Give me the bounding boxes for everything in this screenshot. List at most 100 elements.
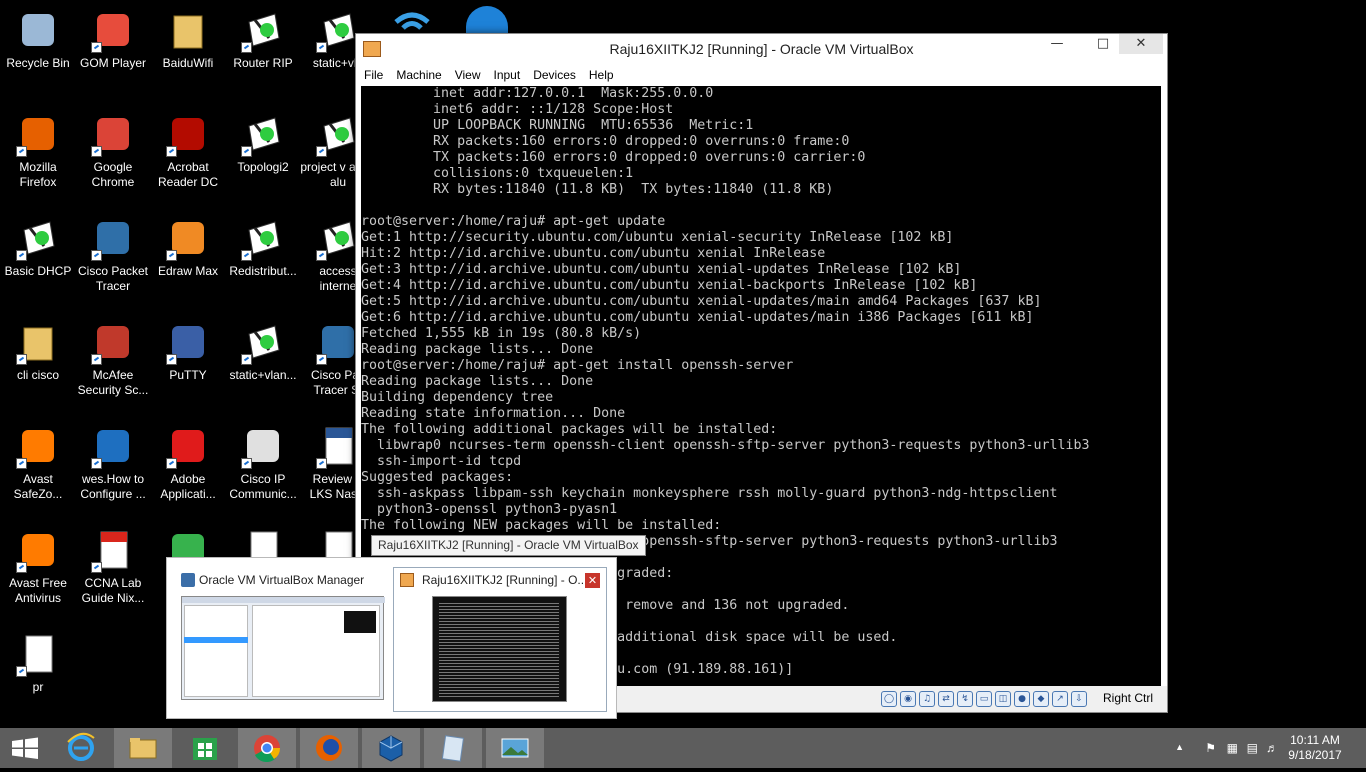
desktop-icon-label: Router RIP	[233, 56, 293, 70]
shortcut-arrow-icon	[16, 146, 27, 157]
desktop-icon-label: Adobe Applicati...	[160, 472, 216, 501]
packet-tracer-file-icon	[316, 8, 360, 53]
start-button[interactable]	[0, 728, 50, 768]
desktop-icon[interactable]: Topologi2	[225, 108, 301, 175]
display-icon[interactable]: ◫	[995, 691, 1011, 707]
audio-icon[interactable]: ♫	[919, 691, 935, 707]
virtualization-icon[interactable]: ◆	[1033, 691, 1049, 707]
shortcut-arrow-icon	[241, 146, 252, 157]
show-hidden-icons-button[interactable]: ▲	[1175, 742, 1184, 752]
recycle-bin-icon	[16, 8, 60, 52]
menu-input[interactable]: Input	[494, 68, 521, 82]
desktop-icon-label: GOM Player	[79, 56, 146, 70]
shortcut-arrow-icon	[91, 458, 102, 469]
desktop-icon[interactable]: Router RIP	[225, 4, 301, 71]
desktop-icon-label: Edraw Max	[157, 264, 219, 278]
photos-icon[interactable]	[486, 728, 544, 768]
packet-tracer-file-icon	[16, 216, 60, 261]
close-thumbnail-button[interactable]: ✕	[585, 573, 600, 588]
desktop-icon[interactable]: CCNA Lab Guide Nix...	[75, 524, 151, 606]
clock[interactable]: 10:11 AM 9/18/2017	[1280, 733, 1350, 763]
folder-icon	[166, 8, 210, 52]
desktop-icon[interactable]: Basic DHCP	[0, 212, 76, 279]
desktop-icon[interactable]: cli cisco	[0, 316, 76, 383]
menu-view[interactable]: View	[455, 68, 481, 82]
wifi-icon[interactable]	[392, 6, 432, 34]
firefox-icon	[16, 112, 60, 157]
desktop-icon-label: Topologi2	[237, 160, 289, 174]
cisco-packet-tracer-icon	[91, 216, 135, 261]
virtualbox-icon[interactable]	[362, 728, 420, 768]
shortcut-arrow-icon	[316, 42, 327, 53]
maximize-button[interactable]: □	[1089, 34, 1117, 54]
keyboard-capture-icon[interactable]: ⇩	[1071, 691, 1087, 707]
thumbnail-preview	[181, 596, 385, 700]
chrome-icon[interactable]	[238, 728, 296, 768]
file-explorer-icon[interactable]	[114, 728, 172, 768]
shortcut-arrow-icon	[241, 250, 252, 261]
menu-machine[interactable]: Machine	[396, 68, 441, 82]
thumbnail-virtualbox-manager[interactable]: Oracle VM VirtualBox Manager	[181, 568, 385, 714]
store-icon[interactable]	[176, 728, 234, 768]
desktop-icon-label: Avast Free Antivirus	[9, 576, 67, 605]
word-doc-icon	[316, 424, 360, 469]
desktop-icon[interactable]: Edraw Max	[150, 212, 226, 279]
chrome-icon	[91, 112, 135, 157]
shortcut-arrow-icon	[166, 354, 177, 365]
acrobat-icon	[166, 112, 210, 157]
desktop-icon[interactable]: pr	[0, 628, 76, 695]
action-center-icon[interactable]: ⚑	[1205, 741, 1216, 755]
desktop-icon[interactable]: Google Chrome	[75, 108, 151, 190]
desktop-icon[interactable]: Cisco Packet Tracer	[75, 212, 151, 294]
desktop-icon-label: BaiduWifi	[162, 56, 214, 70]
putty-icon	[166, 320, 210, 365]
menu-bar: File Machine View Input Devices Help	[356, 64, 1167, 86]
desktop-icon[interactable]: static+vlan...	[225, 316, 301, 383]
system-tray: ▲ ⚑ ▦ ▤ ♬ 10:11 AM 9/18/2017	[1166, 728, 1366, 768]
close-button[interactable]: ✕	[1119, 34, 1163, 54]
desktop-icon-label: Cisco Packet Tracer	[77, 264, 149, 293]
desktop-icon[interactable]: Avast Free Antivirus	[0, 524, 76, 606]
desktop-icon[interactable]: GOM Player	[75, 4, 151, 71]
desktop-icon[interactable]: McAfee Security Sc...	[75, 316, 151, 398]
desktop-icon[interactable]: BaiduWifi	[150, 4, 226, 71]
desktop-icon[interactable]: PuTTY	[150, 316, 226, 383]
desktop-icon[interactable]: Mozilla Firefox	[0, 108, 76, 190]
desktop-icon[interactable]: wes.How to Configure ...	[75, 420, 151, 502]
app-shortcut-icon[interactable]	[466, 6, 508, 34]
desktop-icon-label: PuTTY	[169, 368, 207, 382]
desktop-icon[interactable]: Acrobat Reader DC	[150, 108, 226, 190]
network-tray-icon[interactable]: ▦	[1227, 741, 1238, 755]
menu-devices[interactable]: Devices	[533, 68, 576, 82]
optical-drive-icon[interactable]: ◉	[900, 691, 916, 707]
shared-folders-icon[interactable]: ▭	[976, 691, 992, 707]
firefox-icon[interactable]	[300, 728, 358, 768]
cisco-packet-tracer-icon	[316, 320, 360, 365]
shortcut-arrow-icon	[241, 354, 252, 365]
desktop-icon[interactable]: Cisco IP Communic...	[225, 420, 301, 502]
shortcut-arrow-icon	[316, 354, 327, 365]
mouse-integration-icon[interactable]: ↗	[1052, 691, 1068, 707]
volume-icon[interactable]: ♬	[1266, 741, 1278, 755]
desktop-icon[interactable]: Avast SafeZo...	[0, 420, 76, 502]
menu-file[interactable]: File	[364, 68, 383, 82]
desktop-icon[interactable]: Recycle Bin	[0, 4, 76, 71]
desktop: Recycle Bin GOM Player BaiduWifi Router RIP…	[0, 0, 1366, 728]
shortcut-arrow-icon	[91, 250, 102, 261]
thumbnail-vm-window[interactable]: Raju16XIITKJ2 [Running] - O... ✕	[393, 567, 607, 712]
minimize-button[interactable]: —	[1043, 34, 1071, 54]
folder-icon	[16, 320, 60, 365]
desktop-icon[interactable]: Adobe Applicati...	[150, 420, 226, 502]
usb-icon[interactable]: ↯	[957, 691, 973, 707]
notepad-icon[interactable]	[424, 728, 482, 768]
video-capture-icon[interactable]: ●	[1014, 691, 1030, 707]
hard-disk-icon[interactable]: ◯	[881, 691, 897, 707]
shortcut-arrow-icon	[166, 458, 177, 469]
internet-explorer-icon[interactable]	[52, 728, 110, 768]
desktop-icon[interactable]: Redistribut...	[225, 212, 301, 279]
desktop-icon-label: wes.How to Configure ...	[80, 472, 146, 501]
menu-help[interactable]: Help	[589, 68, 614, 82]
title-bar[interactable]: Raju16XIITKJ2 [Running] - Oracle VM Virt…	[356, 34, 1167, 64]
remote-icon[interactable]: ▤	[1247, 741, 1258, 755]
network-icon[interactable]: ⇄	[938, 691, 954, 707]
